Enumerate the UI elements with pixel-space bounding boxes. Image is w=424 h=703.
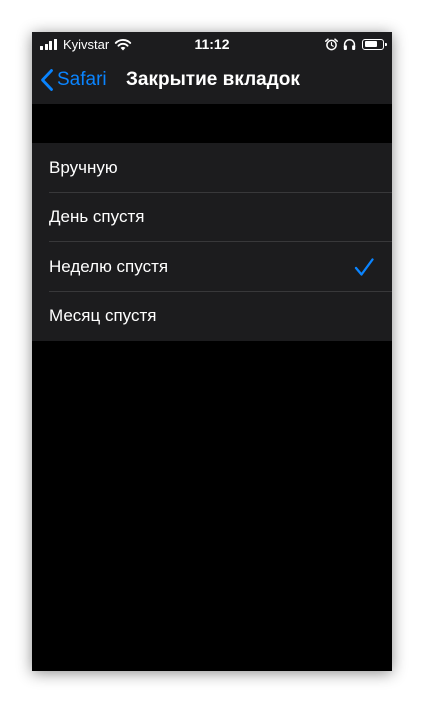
navigation-bar: Safari Закрытие вкладок: [32, 56, 392, 104]
back-button[interactable]: Safari: [40, 66, 107, 94]
battery-icon: [362, 38, 387, 50]
list-item-label: Месяц спустя: [49, 306, 157, 326]
back-button-label: Safari: [57, 69, 107, 90]
chevron-left-icon: [41, 69, 53, 91]
headphones-icon: [343, 38, 356, 50]
list-item-label: День спустя: [49, 207, 145, 227]
page-title: Закрытие вкладок: [126, 69, 300, 90]
list-item-label: Неделю спустя: [49, 256, 169, 276]
options-list: Вручную День спустя Неделю спустя Месяц …: [32, 143, 392, 341]
phone-screen: Kyivstar 11:12 Safari Закрытие вкладок В…: [32, 32, 392, 671]
list-item-after-one-month[interactable]: Месяц спустя: [32, 292, 392, 342]
list-item-after-one-day[interactable]: День спустя: [32, 193, 392, 242]
list-item-after-one-week[interactable]: Неделю спустя: [32, 242, 392, 292]
list-item-label: Вручную: [49, 157, 118, 177]
checkmark-icon: [354, 258, 374, 276]
status-bar: Kyivstar 11:12: [32, 32, 392, 56]
list-item-manually[interactable]: Вручную: [32, 143, 392, 193]
battery-nub: [384, 42, 387, 46]
alarm-clock-icon: [325, 37, 338, 50]
battery-level: [364, 41, 378, 47]
status-right: [320, 36, 387, 52]
